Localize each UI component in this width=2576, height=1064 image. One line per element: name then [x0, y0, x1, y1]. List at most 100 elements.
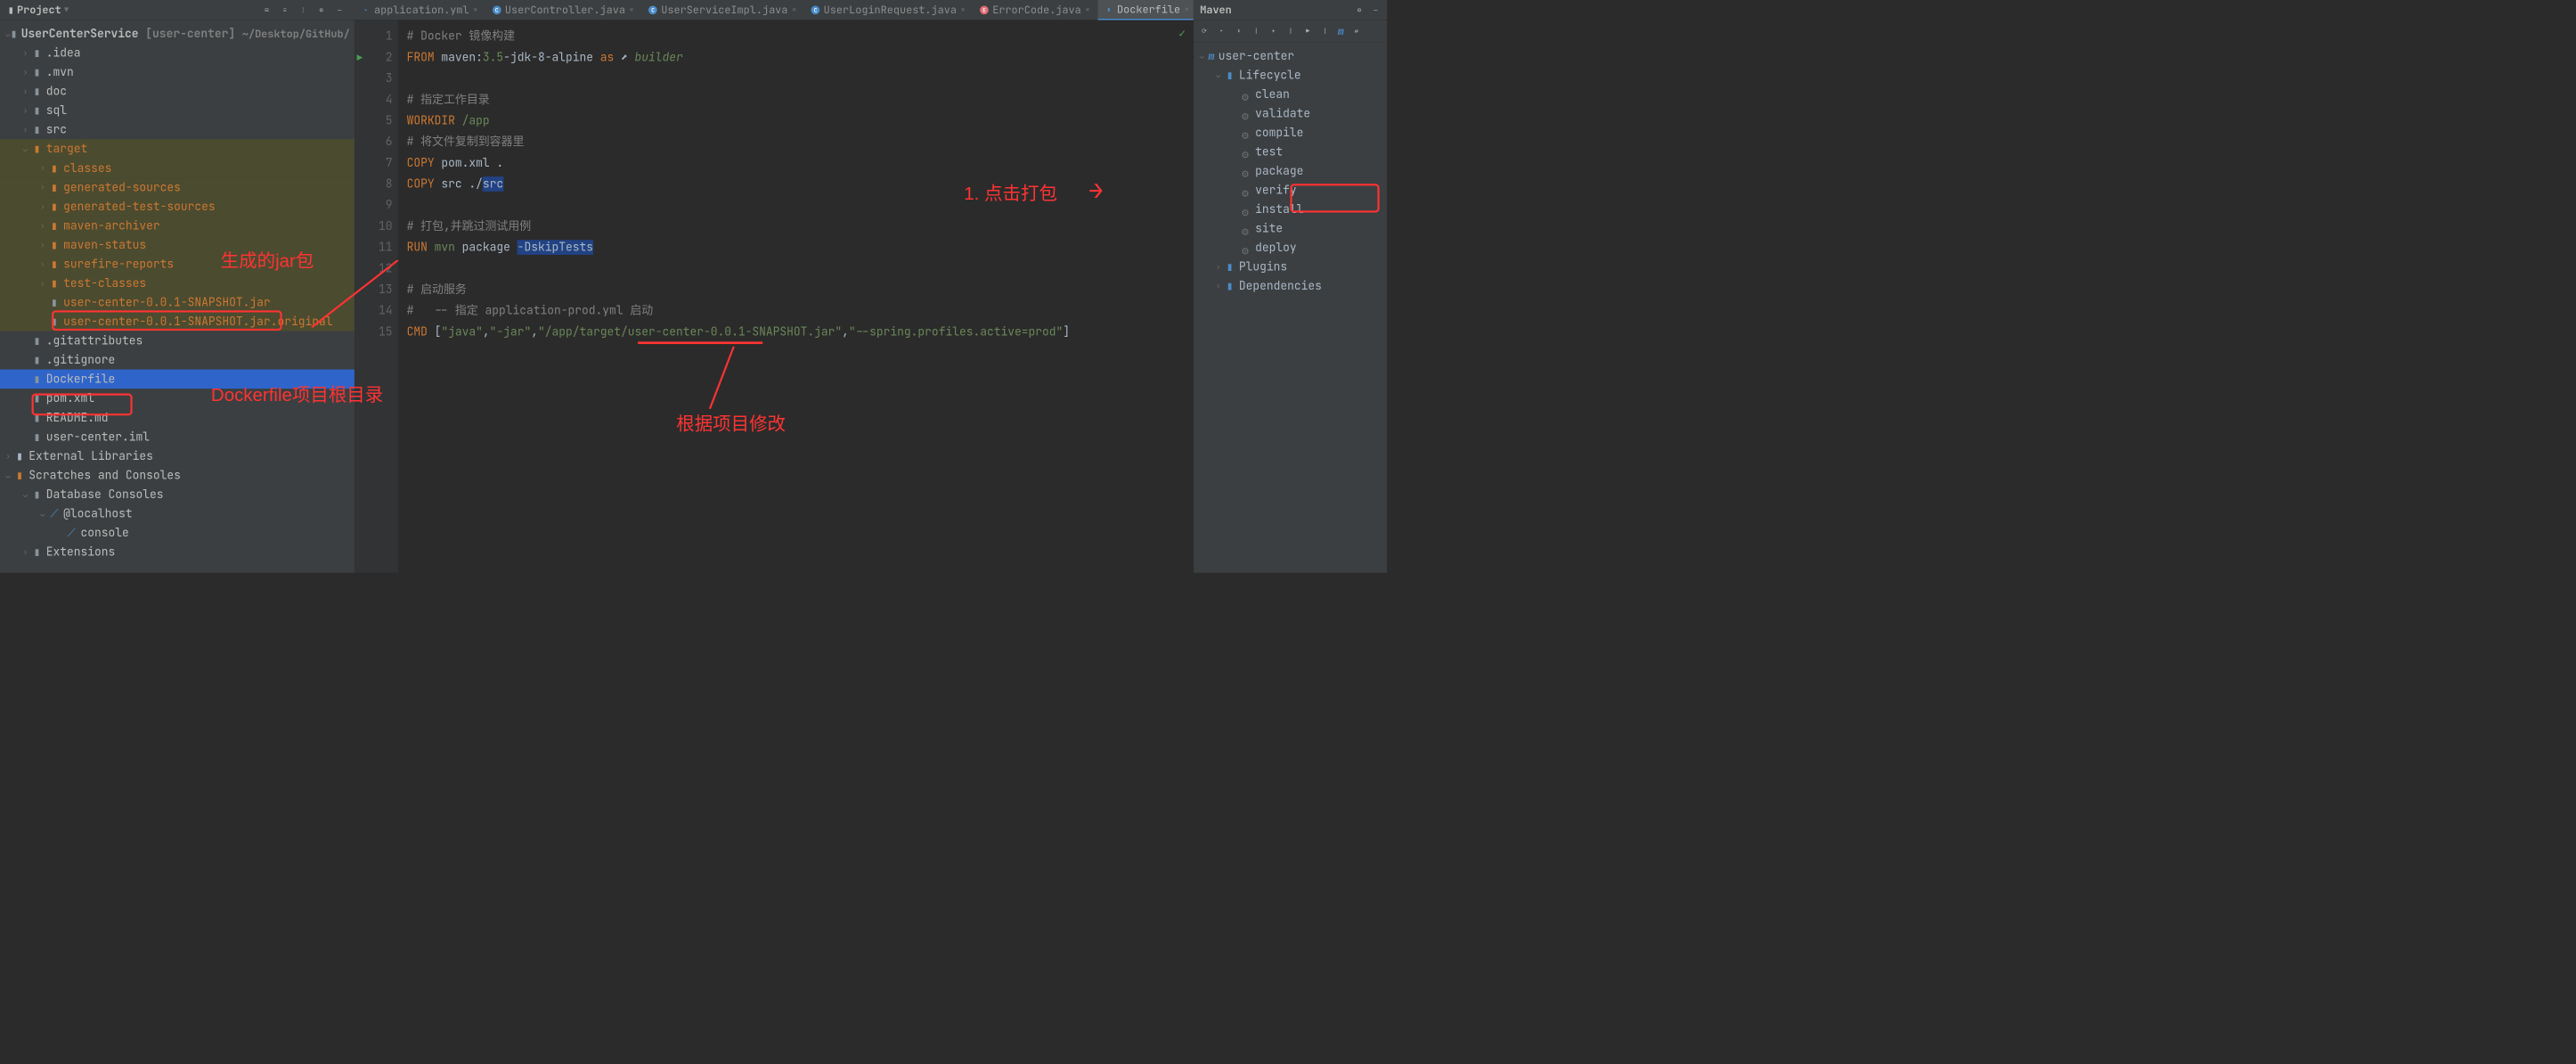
gear-icon: ⚙	[1242, 109, 1251, 118]
gear-icon[interactable]: ⚙	[316, 5, 326, 15]
tree-scratches[interactable]: ⌄ ▮ Scratches and Consoles	[0, 465, 355, 485]
tree-label: user-center.iml	[46, 430, 150, 445]
code-line[interactable]: # 启动服务	[407, 279, 1185, 300]
expand-all-icon[interactable]: ≡	[280, 5, 289, 15]
tree-item[interactable]: ▮ user-center-0.0.1-SNAPSHOT.jar	[0, 292, 355, 312]
folder-icon: ▮	[32, 47, 43, 58]
maven-goal-site[interactable]: ⚙ site	[1194, 219, 1387, 239]
tab-error-code[interactable]: E ErrorCode.java ×	[974, 0, 1097, 20]
maven-goal-validate[interactable]: ⚙ validate	[1194, 103, 1387, 123]
line-number: 15	[355, 322, 397, 343]
maven-goal-package[interactable]: ⚙ package	[1194, 161, 1387, 181]
select-opened-icon[interactable]: ⊟	[262, 5, 272, 15]
tree-item[interactable]: ▮ Dockerfile	[0, 370, 355, 389]
hide-icon[interactable]: —	[335, 5, 345, 15]
code-line[interactable]: # -- 指定 application-prod.yml 启动	[407, 300, 1185, 322]
folder-icon: ▮	[1225, 261, 1235, 272]
code-line[interactable]: COPY src ./src	[407, 174, 1185, 195]
tree-external-libs[interactable]: › ▮ External Libraries	[0, 446, 355, 466]
java-icon: E	[980, 5, 989, 14]
chevron-right-icon: ›	[1216, 262, 1225, 272]
tree-item[interactable]: › ▮ sql	[0, 101, 355, 120]
maven-icon[interactable]: m	[1338, 24, 1344, 38]
tree-item[interactable]: ⌄ ▮ target	[0, 139, 355, 159]
tree-item[interactable]: ▮ .gitignore	[0, 350, 355, 370]
maven-plugins[interactable]: › ▮ Plugins	[1194, 258, 1387, 277]
gear-icon: ⚙	[1242, 147, 1251, 156]
project-dropdown[interactable]: ▮ Project ▼	[4, 3, 71, 17]
tab-user-service-impl[interactable]: C UserServiceImpl.java ×	[642, 0, 803, 20]
toggle-icon[interactable]: ⇄	[1351, 26, 1361, 36]
add-icon[interactable]: +	[1268, 26, 1278, 36]
close-icon[interactable]: ×	[629, 4, 634, 15]
maven-goal-deploy[interactable]: ⚙ deploy	[1194, 238, 1387, 258]
tree-root[interactable]: ⌄ ▮ UserCenterService [user-center] ~/De…	[0, 24, 355, 44]
folder-icon: ▮	[32, 124, 43, 135]
tree-item[interactable]: ▮ .gitattributes	[0, 331, 355, 351]
maven-goal-compile[interactable]: ⚙ compile	[1194, 123, 1387, 143]
gear-icon[interactable]: ⚙	[1355, 5, 1365, 15]
maven-goal-clean[interactable]: ⚙ clean	[1194, 85, 1387, 104]
tree-item[interactable]: › ▮ .mvn	[0, 62, 355, 82]
close-icon[interactable]: ×	[1085, 4, 1090, 15]
tree-item[interactable]: › ▮ test-classes	[0, 274, 355, 293]
close-icon[interactable]: ×	[960, 4, 966, 15]
tree-extensions[interactable]: › ▮ Extensions	[0, 542, 355, 561]
refresh-icon[interactable]: ⟳	[1200, 26, 1210, 36]
tree-item[interactable]: › ▮ generated-test-sources	[0, 197, 355, 217]
maven-goal-label: package	[1255, 163, 1303, 178]
tree-item[interactable]: › ▮ doc	[0, 82, 355, 102]
code-line[interactable]: FROM maven:3.5-jdk-8-alpine as ⬈ builder	[407, 47, 1185, 69]
maven-dependencies[interactable]: › ▮ Dependencies	[1194, 276, 1387, 296]
hide-icon[interactable]: —	[1371, 5, 1381, 15]
code-line[interactable]: # 将文件复制到容器里	[407, 132, 1185, 153]
chevron-icon: ›	[23, 125, 32, 135]
maven-lifecycle[interactable]: ⌄ ▮ Lifecycle	[1194, 65, 1387, 85]
tab-dockerfile[interactable]: ▮ Dockerfile ×	[1097, 0, 1193, 20]
code-line[interactable]: COPY pom.xml .	[407, 152, 1185, 174]
close-icon[interactable]: ×	[1184, 4, 1189, 14]
line-number: 12	[355, 258, 397, 280]
code-line[interactable]: # Docker 镜像构建	[407, 26, 1185, 47]
code-line[interactable]	[407, 68, 1185, 89]
close-icon[interactable]: ×	[792, 4, 797, 15]
folder-orange-icon: ▮	[49, 182, 60, 192]
tree-label: maven-status	[63, 237, 146, 252]
code-line[interactable]	[407, 195, 1185, 217]
tree-db-consoles[interactable]: ⌄ ▮ Database Consoles	[0, 485, 355, 504]
tree-item[interactable]: › ▮ maven-archiver	[0, 216, 355, 235]
tree-label: classes	[63, 160, 111, 176]
run-marker-icon[interactable]: ▶	[357, 47, 363, 69]
maven-label: user-center	[1219, 48, 1294, 63]
tab-application-yml[interactable]: ▸ application.yml ×	[355, 0, 485, 20]
code-line[interactable]: # 打包,并跳过测试用例	[407, 216, 1185, 237]
tab-user-login-request[interactable]: C UserLoginRequest.java ×	[804, 0, 972, 20]
code-line[interactable]: WORKDIR /app	[407, 110, 1185, 132]
download-icon[interactable]: ⬇	[1234, 26, 1243, 36]
line-number: 8	[355, 174, 397, 195]
maven-goal-label: deploy	[1255, 240, 1297, 255]
tab-user-controller[interactable]: C UserController.java ×	[485, 0, 640, 20]
tree-localhost[interactable]: ⌄ ⟋ @localhost	[0, 503, 355, 523]
tree-item[interactable]: › ▮ classes	[0, 159, 355, 178]
code-line[interactable]	[407, 258, 1185, 280]
tree-item[interactable]: › ▮ .idea	[0, 43, 355, 62]
tree-label: Scratches and Consoles	[29, 468, 181, 483]
close-icon[interactable]: ×	[473, 4, 478, 15]
code-line[interactable]: # 指定工作目录	[407, 89, 1185, 110]
maven-root[interactable]: ⌄ m user-center	[1194, 46, 1387, 66]
code-line[interactable]: RUN mvn package -DskipTests	[407, 237, 1185, 258]
maven-goal-test[interactable]: ⚙ test	[1194, 142, 1387, 161]
editor[interactable]: ✓ 12▶3456789101112131415 # Docker 镜像构建FR…	[355, 20, 1193, 573]
code-line[interactable]: CMD ["java","-jar","/app/target/user-cen…	[407, 322, 1185, 343]
tree-item[interactable]: › ▮ generated-sources	[0, 177, 355, 197]
maven-icon: m	[1208, 49, 1214, 63]
tree-item[interactable]: › ▮ src	[0, 120, 355, 140]
tree-console[interactable]: ⟋ console	[0, 523, 355, 543]
tree-item[interactable]: ▮ user-center.iml	[0, 427, 355, 446]
run-icon[interactable]: ▶	[1303, 26, 1313, 36]
code-content[interactable]: # Docker 镜像构建FROM maven:3.5-jdk-8-alpine…	[398, 20, 1194, 573]
generate-icon[interactable]: ▸	[1217, 26, 1227, 36]
annotation-modify: 根据项目修改	[676, 413, 786, 435]
tab-label: UserServiceImpl.java	[661, 3, 787, 17]
